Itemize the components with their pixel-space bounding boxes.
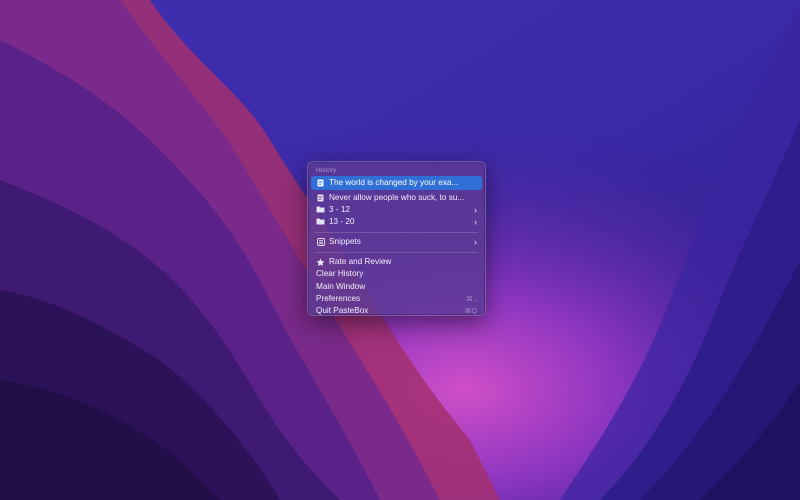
quit-shortcut: ⌘Q [464, 306, 477, 315]
menu-divider [315, 251, 478, 253]
document-icon [316, 179, 325, 188]
folder-label: 13 - 20 [329, 216, 355, 226]
pastebox-menu: History The world is changed by your exa… [307, 161, 486, 316]
chevron-right-icon: › [474, 216, 477, 227]
clear-history-label: Clear History [316, 269, 364, 279]
chevron-right-icon: › [474, 237, 477, 248]
preferences-label: Preferences [316, 293, 361, 303]
main-window-label: Main Window [316, 281, 366, 291]
history-item-2[interactable]: Never allow people who suck, to su... [311, 192, 482, 204]
folder-label: 3 - 12 [329, 204, 350, 214]
clear-history-item[interactable]: Clear History [311, 268, 482, 280]
rate-and-review-item[interactable]: Rate and Review [311, 256, 482, 268]
rate-and-review-label: Rate and Review [329, 257, 392, 267]
folder-icon [316, 217, 325, 226]
quit-label: Quit PasteBox [316, 306, 369, 315]
chevron-right-icon: › [474, 204, 477, 215]
preferences-shortcut: ⌘ , [465, 293, 477, 303]
folder-item-13-20[interactable]: 13 - 20 › [311, 216, 482, 228]
folder-icon [316, 205, 325, 214]
preferences-item[interactable]: Preferences ⌘ , [311, 293, 482, 305]
history-item-1[interactable]: The world is changed by your exa... [311, 176, 482, 190]
history-section-header: History [316, 167, 337, 174]
snippets-label: Snippets [329, 237, 361, 247]
snippets-item[interactable]: Snippets › [311, 236, 482, 248]
star-icon [316, 258, 325, 267]
history-item-label: The world is changed by your exa... [329, 178, 459, 187]
history-item-label: Never allow people who suck, to su... [329, 192, 465, 202]
quit-item[interactable]: Quit PasteBox ⌘Q [311, 305, 482, 317]
main-window-item[interactable]: Main Window [311, 281, 482, 293]
document-icon [316, 193, 325, 202]
menu-divider [315, 231, 478, 233]
snippets-icon [316, 238, 325, 247]
folder-item-3-12[interactable]: 3 - 12 › [311, 204, 482, 216]
